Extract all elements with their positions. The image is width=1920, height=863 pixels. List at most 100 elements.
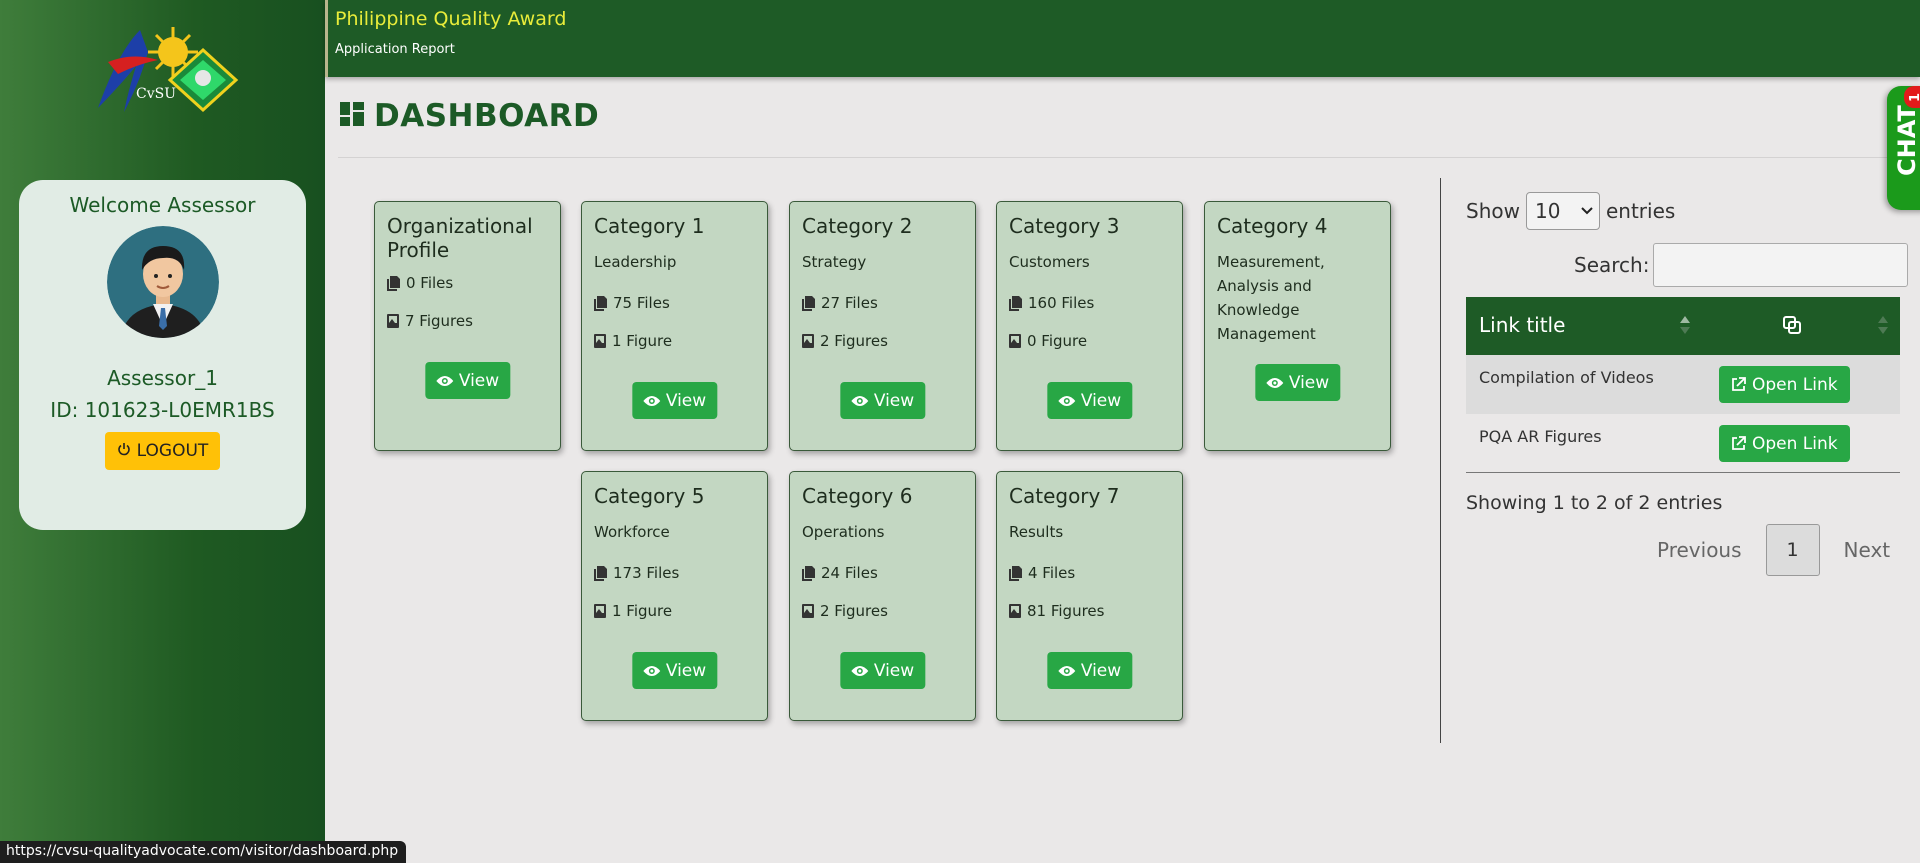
logout-button[interactable]: LOGOUT — [104, 432, 221, 470]
card-subtitle: Leadership — [594, 253, 677, 271]
figures-count: 1 Figure — [594, 602, 755, 620]
svg-text:CvSU: CvSU — [136, 86, 176, 102]
search-input[interactable] — [1653, 243, 1909, 287]
sort-icon — [1680, 316, 1690, 334]
eye-icon — [642, 665, 660, 676]
cvsu-logo: CvSU — [78, 22, 243, 114]
external-link-icon — [1732, 377, 1746, 391]
figure-icon — [1009, 604, 1021, 618]
copy-icon — [1783, 316, 1801, 334]
card-subtitle: Measurement, Analysis and Knowledge Mana… — [1217, 253, 1325, 343]
external-link-icon — [1732, 436, 1746, 450]
link-title: PQA AR Figures — [1479, 427, 1602, 446]
card-category-2: Category 2 Strategy 27 Files 2 Figures V… — [789, 201, 976, 451]
eye-icon — [1057, 665, 1075, 676]
view-button[interactable]: View — [631, 652, 718, 689]
card-title: Category 6 — [802, 484, 913, 508]
figures-count: 1 Figure — [594, 332, 755, 350]
files-icon — [594, 295, 607, 311]
page-size-select[interactable]: 10 — [1525, 192, 1600, 230]
header-accent — [325, 0, 328, 77]
card-subtitle: Workforce — [594, 523, 670, 541]
table-header: Link title — [1466, 297, 1900, 355]
eye-icon — [1265, 377, 1283, 388]
welcome-title: Welcome Assessor — [69, 193, 256, 217]
view-button[interactable]: View — [631, 382, 718, 419]
eye-icon — [1057, 395, 1075, 406]
chat-unread-badge: 1 — [1904, 86, 1920, 108]
card-title: Category 2 — [802, 214, 913, 238]
table-bottom-border — [1466, 472, 1900, 473]
open-link-button[interactable]: Open Link — [1719, 425, 1850, 462]
table-search: Search: — [1574, 243, 1909, 287]
files-icon — [802, 565, 815, 581]
section-divider — [1440, 178, 1441, 743]
figure-icon — [802, 334, 814, 348]
files-icon — [1009, 565, 1022, 581]
card-title: Category 4 — [1217, 214, 1328, 238]
welcome-card: Welcome Assessor Assessor_1 ID: 101623-L… — [19, 180, 306, 530]
chevron-down-icon — [1581, 207, 1593, 215]
files-count: 24 Files — [802, 564, 963, 582]
card-title: Organizational Profile — [387, 214, 533, 262]
files-icon — [594, 565, 607, 581]
figures-count: 81 Figures — [1009, 602, 1170, 620]
logout-label: LOGOUT — [136, 441, 209, 461]
files-count: 4 Files — [1009, 564, 1170, 582]
view-button[interactable]: View — [839, 652, 926, 689]
view-button[interactable]: View — [839, 382, 926, 419]
entries-label: entries — [1605, 199, 1676, 223]
card-subtitle: Operations — [802, 523, 885, 541]
sidebar: CvSU Welcome Assessor Assessor_1 ID: 101… — [0, 0, 325, 863]
figures-count: 7 Figures — [387, 312, 548, 330]
card-category-7: Category 7 Results 4 Files 81 Figures Vi… — [996, 471, 1183, 721]
power-icon — [117, 441, 131, 461]
card-title: Category 7 — [1009, 484, 1120, 508]
card-category-5: Category 5 Workforce 173 Files 1 Figure … — [581, 471, 768, 721]
page-heading: DASHBOARD — [340, 98, 599, 134]
heading-divider — [338, 157, 1908, 158]
view-button[interactable]: View — [424, 362, 511, 399]
view-button[interactable]: View — [1046, 382, 1133, 419]
figure-icon — [594, 334, 606, 348]
files-count: 0 Files — [387, 274, 548, 292]
files-count: 160 Files — [1009, 294, 1170, 312]
card-subtitle: Results — [1009, 523, 1064, 541]
eye-icon — [850, 665, 868, 676]
eye-icon — [435, 375, 453, 386]
previous-page-button[interactable]: Previous — [1643, 538, 1756, 562]
open-link-button[interactable]: Open Link — [1719, 366, 1850, 403]
files-count: 27 Files — [802, 294, 963, 312]
chat-label: CHAT — [1893, 105, 1920, 176]
figure-icon — [1009, 334, 1021, 348]
table-row: PQA AR Figures Open Link — [1466, 414, 1900, 473]
eye-icon — [850, 395, 868, 406]
link-title: Compilation of Videos — [1479, 368, 1654, 387]
sort-icon — [1878, 316, 1888, 334]
files-icon — [387, 275, 400, 291]
table-info: Showing 1 to 2 of 2 entries — [1466, 492, 1723, 514]
files-icon — [802, 295, 815, 311]
figures-count: 0 Figure — [1009, 332, 1170, 350]
current-page-button[interactable]: 1 — [1765, 524, 1820, 576]
view-button[interactable]: View — [1046, 652, 1133, 689]
card-title: Category 5 — [594, 484, 705, 508]
top-header: Philippine Quality Award Application Rep… — [325, 0, 1920, 77]
card-category-4: Category 4 Measurement, Analysis and Kno… — [1204, 201, 1391, 451]
chat-tab[interactable]: CHAT 1 — [1887, 86, 1920, 210]
files-icon — [1009, 295, 1022, 311]
files-count: 173 Files — [594, 564, 755, 582]
figure-icon — [594, 604, 606, 618]
search-label: Search: — [1574, 253, 1650, 277]
user-name: Assessor_1 — [107, 366, 218, 390]
user-id: ID: 101623-L0EMR1BS — [50, 398, 275, 422]
view-button[interactable]: View — [1254, 364, 1341, 401]
dashboard-icon — [340, 102, 364, 130]
card-category-3: Category 3 Customers 160 Files 0 Figure … — [996, 201, 1183, 451]
card-organizational-profile: Organizational Profile 0 Files 7 Figures… — [374, 201, 561, 451]
next-page-button[interactable]: Next — [1830, 538, 1905, 562]
show-label: Show — [1466, 199, 1520, 223]
column-header-link-title[interactable]: Link title — [1479, 313, 1565, 337]
eye-icon — [642, 395, 660, 406]
app-title: Philippine Quality Award — [335, 8, 567, 30]
